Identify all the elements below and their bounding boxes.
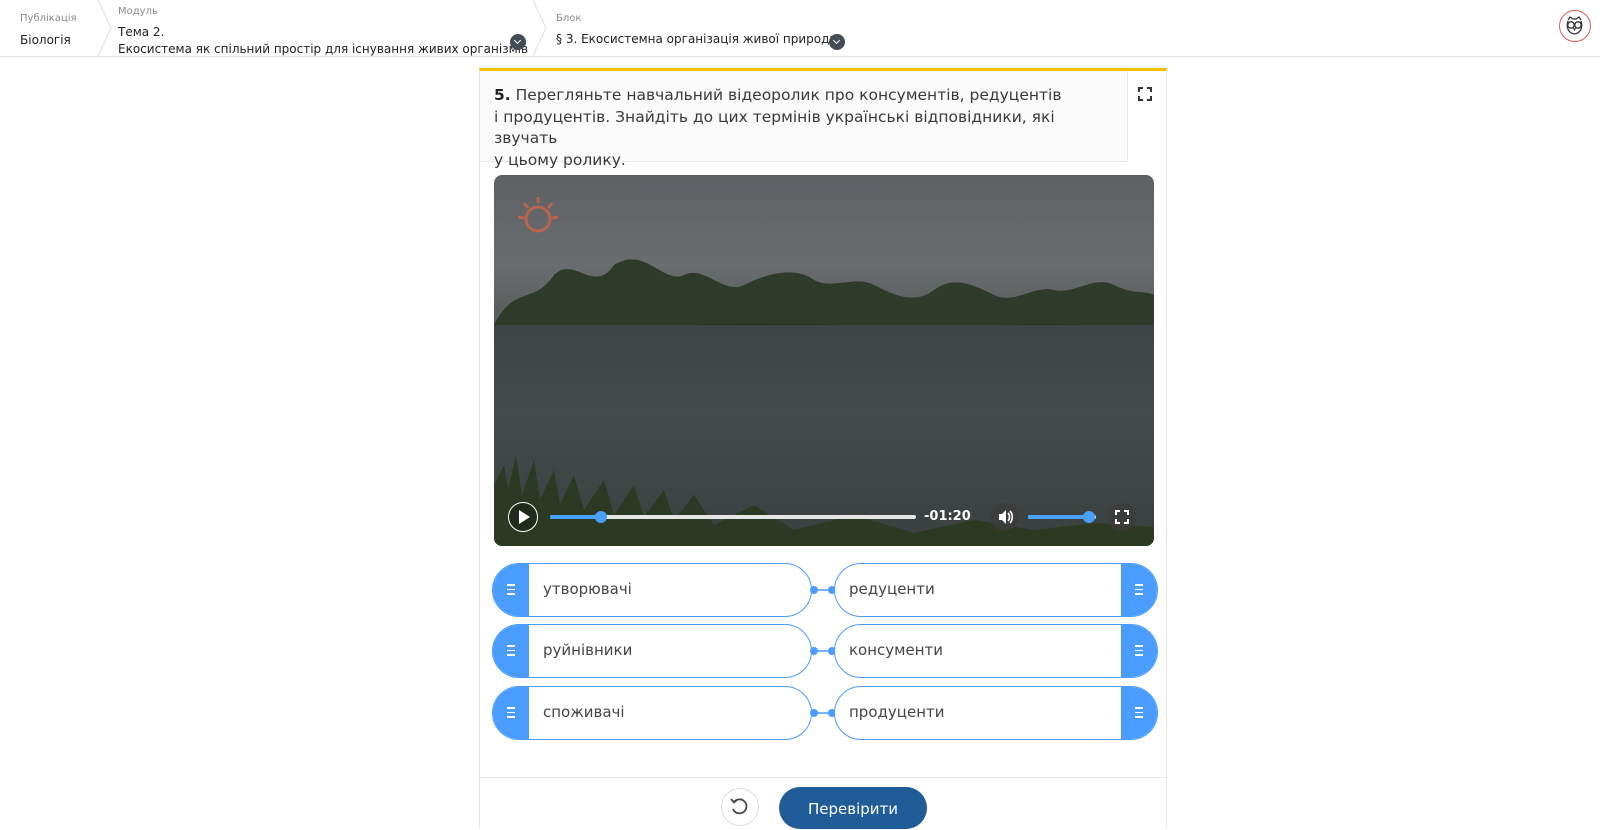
drag-handle-icon[interactable] — [493, 625, 529, 677]
drag-handle-icon[interactable] — [1121, 625, 1157, 677]
right-term-card[interactable]: продуценти — [834, 686, 1158, 740]
right-term-text: редуценти — [849, 580, 935, 598]
time-remaining: -01:20 — [924, 509, 971, 524]
breadcrumb-module[interactable]: Модуль Тема 2. Екосистема як спільний пр… — [115, 0, 535, 56]
top-navigation-bar: Публікація Біологія Модуль Тема 2. Екоси… — [0, 0, 1600, 57]
right-term-text: консументи — [849, 641, 944, 659]
user-avatar-owl-icon[interactable] — [1559, 10, 1591, 42]
volume-button[interactable] — [991, 503, 1019, 531]
right-term-card[interactable]: консументи — [834, 624, 1158, 678]
task-instruction: 5. Перегляньте навчальний відеоролик про… — [494, 85, 1094, 171]
volume-handle[interactable] — [1083, 511, 1096, 523]
breadcrumb-publication[interactable]: Публікація Біологія — [0, 0, 100, 56]
match-pair-row: руйнівники консументи — [492, 624, 1158, 678]
drag-handle-icon[interactable] — [1121, 564, 1157, 616]
left-term-card[interactable]: утворювачі — [492, 563, 812, 617]
video-player[interactable]: -01:20 — [494, 175, 1154, 546]
play-button[interactable] — [508, 502, 538, 532]
footer-divider — [480, 777, 1166, 778]
left-term-text: руйнівники — [543, 641, 633, 659]
match-pair-row: споживачі продуценти — [492, 686, 1158, 740]
module-title: Екосистема як спільний простір для існув… — [118, 42, 529, 56]
volume-slider[interactable] — [1028, 511, 1096, 523]
drag-handle-icon[interactable] — [493, 687, 529, 739]
exercise-panel: 5. Перегляньте навчальний відеоролик про… — [479, 68, 1167, 829]
publication-value: Біологія — [20, 33, 71, 47]
video-controls: -01:20 — [494, 493, 1154, 546]
task-header: 5. Перегляньте навчальний відеоролик про… — [480, 71, 1128, 169]
task-number: 5. — [494, 86, 511, 104]
breadcrumb-separator — [97, 0, 112, 56]
publication-label: Публікація — [20, 13, 77, 24]
breadcrumb-separator — [532, 0, 547, 56]
volume-fill — [1028, 515, 1090, 519]
right-term-card[interactable]: редуценти — [834, 563, 1158, 617]
reset-button[interactable] — [721, 788, 759, 826]
task-text-line1: Перегляньте навчальний відеоролик про ко… — [515, 86, 1062, 104]
module-topic: Тема 2. — [118, 25, 165, 39]
expand-icon[interactable] — [1138, 87, 1152, 101]
fullscreen-icon — [1115, 510, 1129, 524]
drag-handle-icon[interactable] — [1121, 687, 1157, 739]
left-term-card[interactable]: споживачі — [492, 686, 812, 740]
speaker-icon — [999, 510, 1014, 524]
task-text-line2: і продуцентів. Знайдіть до цих термінів … — [494, 107, 1055, 148]
drag-handle-icon[interactable] — [493, 564, 529, 616]
check-button[interactable]: Перевірити — [779, 787, 927, 829]
block-value: § 3. Екосистемна організація живої приро… — [556, 32, 838, 46]
video-progress-handle[interactable] — [595, 511, 608, 523]
fullscreen-button[interactable] — [1108, 503, 1136, 531]
video-progress-slider[interactable] — [550, 511, 916, 523]
left-term-card[interactable]: руйнівники — [492, 624, 812, 678]
reset-icon — [730, 798, 748, 815]
pair-connector-icon — [810, 647, 836, 655]
left-term-text: споживачі — [543, 703, 625, 721]
pair-connector-icon — [810, 709, 836, 717]
block-chevron-down-icon[interactable] — [829, 34, 845, 50]
left-term-text: утворювачі — [543, 580, 632, 598]
module-label: Модуль — [118, 6, 158, 17]
module-chevron-down-icon[interactable] — [510, 34, 526, 50]
breadcrumb-block[interactable]: Блок § 3. Екосистемна організація живої … — [553, 0, 853, 56]
right-term-text: продуценти — [849, 703, 945, 721]
video-progress-fill — [550, 515, 602, 519]
match-pair-row: утворювачі редуценти — [492, 563, 1158, 617]
task-text-line3: у цьому ролику. — [494, 150, 626, 169]
publisher-logo — [508, 191, 572, 255]
pair-connector-icon — [810, 586, 836, 594]
block-label: Блок — [556, 13, 582, 24]
